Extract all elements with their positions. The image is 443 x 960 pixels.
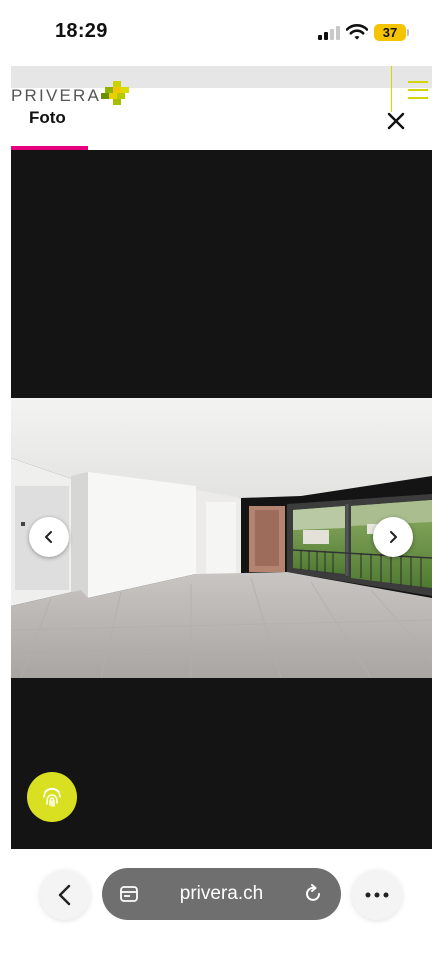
signal-icon: [318, 26, 340, 40]
empty-apartment-living-room[interactable]: [11, 398, 432, 678]
back-button[interactable]: [40, 870, 90, 920]
fingerprint-button[interactable]: [27, 772, 77, 822]
next-photo-button[interactable]: [373, 517, 413, 557]
chevron-right-icon: [390, 531, 397, 543]
wifi-icon: [346, 24, 368, 40]
photo-gallery[interactable]: [11, 150, 432, 849]
tab-foto[interactable]: Foto: [29, 108, 66, 128]
menu-icon[interactable]: [408, 81, 428, 99]
privera-logo-icon[interactable]: [101, 81, 131, 105]
more-button[interactable]: [352, 870, 402, 920]
brand-logo-text[interactable]: PRIVERA: [11, 86, 101, 106]
fingerprint-icon: [43, 787, 61, 807]
back-icon: [58, 884, 71, 906]
more-icon: [365, 892, 389, 898]
header-band: [11, 66, 432, 88]
battery-icon: 37: [374, 24, 406, 41]
browser-toolbar: privera.ch: [0, 850, 443, 960]
header-divider: [391, 66, 392, 112]
previous-photo-button[interactable]: [29, 517, 69, 557]
status-time: 18:29: [55, 20, 108, 42]
status-bar: 18:29 37: [0, 0, 443, 62]
reload-icon[interactable]: [302, 883, 324, 905]
chevron-left-icon: [45, 531, 52, 543]
battery-tip: [407, 29, 409, 36]
address-bar[interactable]: privera.ch: [102, 868, 341, 920]
site-header: PRIVERA Foto: [11, 66, 432, 150]
close-icon[interactable]: [385, 110, 407, 132]
